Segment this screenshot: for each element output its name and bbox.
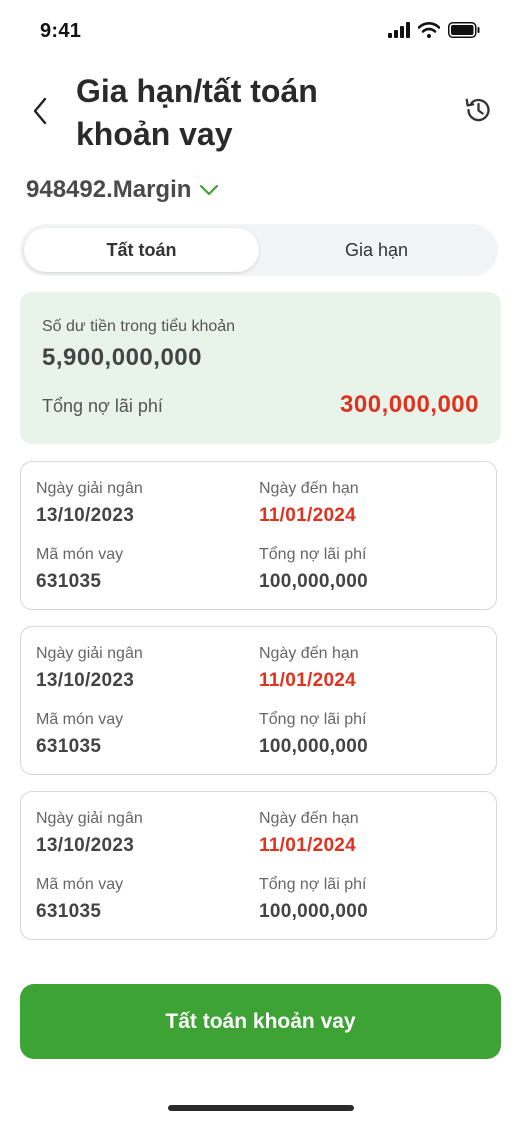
due-date-label: Ngày đến hạn	[259, 645, 359, 662]
loan-debt-label: Tổng nợ lãi phí	[259, 546, 367, 563]
due-date-field: Ngày đến hạn 11/01/2024	[259, 645, 359, 692]
status-bar: 9:41	[0, 0, 520, 62]
status-icons	[388, 22, 480, 38]
due-date-label: Ngày đến hạn	[259, 480, 359, 497]
balance-value: 5,900,000,000	[42, 344, 202, 371]
loan-debt-field: Tổng nợ lãi phí 100,000,000	[259, 876, 368, 923]
tab-extend[interactable]: Gia hạn	[259, 228, 494, 272]
loan-code-value: 631035	[36, 901, 102, 922]
due-date-value: 11/01/2024	[259, 835, 357, 856]
disburse-date-value: 13/10/2023	[36, 670, 135, 691]
tab-settle[interactable]: Tất toán	[24, 228, 259, 272]
history-icon	[465, 98, 490, 122]
loan-card[interactable]: Ngày giải ngân 13/10/2023 Ngày đến hạn 1…	[20, 461, 497, 610]
signal-icon	[388, 22, 410, 38]
disburse-date-value: 13/10/2023	[36, 505, 135, 526]
loan-code-value: 631035	[36, 571, 102, 592]
disburse-date-label: Ngày giải ngân	[36, 480, 143, 497]
loan-code-label: Mã món vay	[36, 876, 124, 893]
total-debt-value: 300,000,000	[340, 391, 479, 418]
balance-label: Số dư tiền trong tiểu khoản	[42, 318, 236, 335]
loan-debt-value: 100,000,000	[259, 571, 368, 592]
loan-code-field: Mã món vay 631035	[36, 876, 123, 923]
disburse-date-field: Ngày giải ngân 13/10/2023	[36, 810, 143, 857]
history-button[interactable]	[460, 92, 496, 128]
loan-code-value: 631035	[36, 736, 102, 757]
home-indicator	[168, 1105, 354, 1111]
loan-code-label: Mã món vay	[36, 711, 124, 728]
settle-loan-button[interactable]: Tất toán khoản vay	[20, 984, 501, 1059]
account-label: 948492.Margin	[26, 176, 192, 203]
wifi-icon	[418, 22, 440, 38]
disburse-date-label: Ngày giải ngân	[36, 810, 143, 827]
tab-switcher: Tất toán Gia hạn	[20, 224, 498, 276]
disburse-date-label: Ngày giải ngân	[36, 645, 143, 662]
disburse-date-field: Ngày giải ngân 13/10/2023	[36, 480, 143, 527]
loan-debt-field: Tổng nợ lãi phí 100,000,000	[259, 711, 368, 758]
page-title-line-2: khoản vay	[76, 116, 233, 152]
loan-debt-value: 100,000,000	[259, 901, 368, 922]
loan-code-label: Mã món vay	[36, 546, 124, 563]
disburse-date-field: Ngày giải ngân 13/10/2023	[36, 645, 143, 692]
due-date-value: 11/01/2024	[259, 670, 357, 691]
summary-card: Số dư tiền trong tiểu khoản 5,900,000,00…	[20, 292, 501, 444]
page-title-line-1: Gia hạn/tất toán	[76, 73, 318, 109]
loan-debt-field: Tổng nợ lãi phí 100,000,000	[259, 546, 368, 593]
loan-card[interactable]: Ngày giải ngân 13/10/2023 Ngày đến hạn 1…	[20, 791, 497, 940]
chevron-down-icon	[200, 184, 219, 196]
loan-code-field: Mã món vay 631035	[36, 711, 123, 758]
loan-debt-label: Tổng nợ lãi phí	[259, 711, 367, 728]
due-date-label: Ngày đến hạn	[259, 810, 359, 827]
total-debt-label: Tổng nợ lãi phí	[42, 396, 163, 416]
loan-debt-label: Tổng nợ lãi phí	[259, 876, 367, 893]
loan-debt-value: 100,000,000	[259, 736, 368, 757]
chevron-left-icon	[33, 97, 47, 125]
account-selector[interactable]: 948492.Margin	[26, 176, 219, 204]
loan-card[interactable]: Ngày giải ngân 13/10/2023 Ngày đến hạn 1…	[20, 626, 497, 775]
due-date-field: Ngày đến hạn 11/01/2024	[259, 810, 359, 857]
back-button[interactable]	[26, 94, 54, 128]
battery-icon	[448, 22, 480, 38]
due-date-value: 11/01/2024	[259, 505, 357, 526]
due-date-field: Ngày đến hạn 11/01/2024	[259, 480, 359, 527]
disburse-date-value: 13/10/2023	[36, 835, 135, 856]
status-time: 9:41	[40, 20, 82, 42]
header: Gia hạn/tất toán khoản vay	[0, 66, 520, 156]
loan-code-field: Mã món vay 631035	[36, 546, 123, 593]
page-title: Gia hạn/tất toán khoản vay	[76, 70, 436, 156]
